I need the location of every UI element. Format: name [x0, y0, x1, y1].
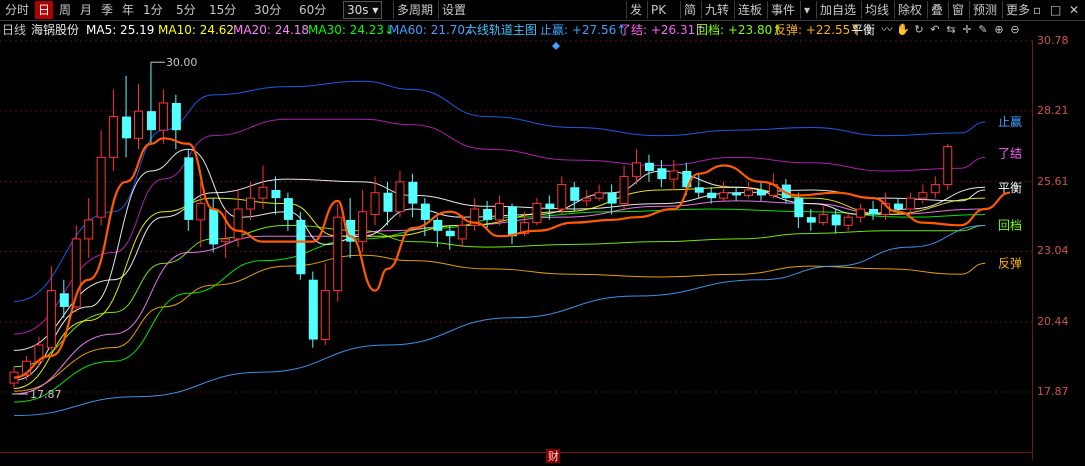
candle-body-51: [644, 162, 654, 171]
line-label-1: 了结: [998, 146, 1022, 160]
candle-body-9: [122, 116, 132, 139]
candle-body-45: [570, 187, 580, 201]
candle-body-53: [669, 170, 679, 180]
candle-body-56: [707, 192, 717, 199]
price-tick-3: 23.04: [1037, 244, 1069, 258]
line-label-3: 回档: [998, 218, 1022, 232]
line-label-4: 反弹: [998, 256, 1022, 270]
candle-body-63: [794, 198, 804, 218]
candle-body-49: [619, 175, 629, 205]
candle-body-58: [732, 192, 742, 196]
candle-body-22: [283, 198, 293, 220]
candle-body-66: [831, 214, 841, 226]
candle-body-12: [158, 102, 168, 131]
candle-body-40: [508, 206, 517, 237]
candle-body-50: [632, 162, 641, 177]
candle-body-6: [84, 219, 94, 240]
window-restore-icon[interactable]: ▫: [1030, 1, 1044, 19]
cursor-diamond-icon: [552, 42, 560, 50]
candle-body-30: [383, 192, 393, 212]
candle-body-43: [545, 203, 555, 210]
candle-body-69: [869, 209, 879, 215]
candle-body-39: [495, 203, 505, 221]
candle-body-38: [483, 209, 493, 220]
candle-body-10: [134, 110, 143, 139]
candle-body-73: [918, 192, 928, 199]
candle-body-31: [395, 181, 405, 213]
ma20-line: [13, 200, 986, 395]
candle-body-19: [246, 197, 256, 210]
candle-body-55: [694, 187, 704, 193]
ma5-line: [13, 148, 986, 381]
candle-body-4: [59, 293, 69, 307]
candle-body-57: [719, 192, 729, 199]
candle-body-25: [320, 290, 330, 341]
candle-body-7: [96, 156, 106, 218]
candle-body-59: [744, 189, 754, 196]
candle-body-18: [233, 208, 243, 240]
candle-body-20: [258, 186, 268, 199]
candle-body-15: [196, 203, 206, 221]
candle-body-74: [930, 184, 940, 194]
candle-body-13: [171, 102, 181, 131]
candle-body-75: [943, 145, 953, 186]
candle-body-52: [657, 168, 667, 180]
ma30-line: [13, 208, 986, 403]
candle-body-11: [146, 111, 156, 131]
low-annotation: 17.87: [30, 388, 62, 401]
candle-body-21: [271, 189, 281, 199]
candle-body-65: [818, 213, 828, 224]
candle-body-17: [221, 238, 231, 243]
candle-body-36: [457, 224, 467, 240]
high-annotation: 30.00: [166, 56, 198, 69]
candle-body-24: [308, 279, 318, 340]
candle-body-67: [843, 216, 853, 226]
candle-body-28: [358, 211, 368, 243]
huidang-line: [13, 224, 986, 368]
window-close-icon[interactable]: ✕: [1066, 1, 1082, 19]
price-tick-0: 30.78: [1037, 34, 1069, 47]
price-tick-4: 20.44: [1037, 315, 1069, 329]
price-tick-2: 25.61: [1037, 174, 1069, 188]
finance-marker: 财: [548, 449, 559, 463]
candle-body-64: [806, 217, 816, 223]
price-axis-divider: [1032, 40, 1033, 460]
candle-body-32: [408, 181, 418, 204]
candle-body-47: [594, 192, 604, 199]
candle-body-60: [757, 189, 766, 196]
candle-body-8: [109, 116, 119, 158]
candle-body-44: [557, 184, 567, 210]
candle-body-72: [905, 197, 915, 210]
candle-body-29: [370, 192, 380, 215]
candle-body-71: [893, 203, 903, 210]
candle-body-3: [46, 290, 56, 349]
price-tick-1: 28.21: [1037, 103, 1069, 117]
window-max-icon[interactable]: □: [1047, 1, 1064, 19]
candle-body-16: [209, 209, 219, 245]
candle-body-34: [433, 219, 443, 231]
candle-body-46: [582, 197, 592, 202]
candlestick-chart[interactable]: 30.00 17.87 止赢了结平衡回档反弹财: [0, 0, 1032, 466]
ma60-line: [13, 224, 986, 417]
candle-body-23: [296, 219, 306, 275]
candle-body-42: [532, 203, 542, 224]
price-tick-5: 17.87: [1037, 385, 1069, 398]
liaojie-line: [13, 118, 986, 335]
line-label-0: 止赢: [998, 114, 1022, 129]
line-label-2: 平衡: [998, 181, 1022, 195]
candle-body-26: [333, 216, 343, 292]
candle-body-54: [682, 170, 692, 188]
candle-body-68: [856, 208, 866, 218]
candle-body-35: [445, 230, 455, 237]
candle-body-48: [607, 192, 617, 204]
trend-line: [13, 137, 1011, 379]
candle-body-14: [184, 157, 194, 220]
candle-body-33: [420, 203, 430, 220]
